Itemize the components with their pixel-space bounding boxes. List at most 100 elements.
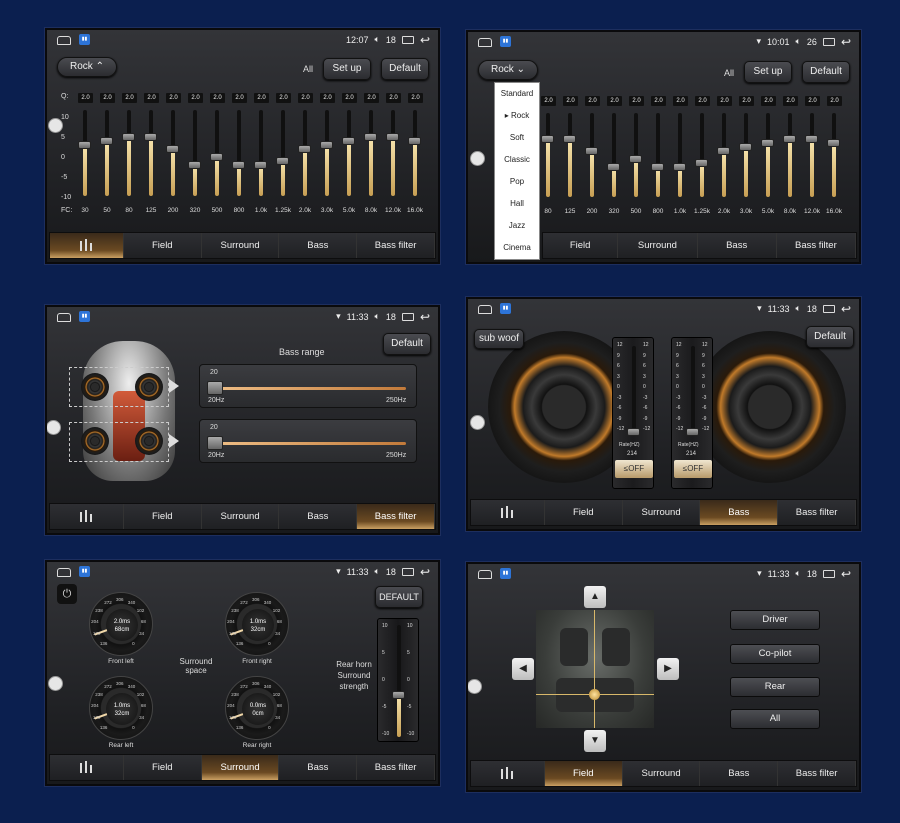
slider-track[interactable]: [210, 442, 406, 445]
home-icon[interactable]: [478, 38, 492, 47]
q-value[interactable]: 2.0: [276, 93, 291, 103]
tab-bass-enhancement[interactable]: Bass Enhancement: [700, 500, 779, 525]
off-toggle[interactable]: ≤OFF: [674, 460, 712, 478]
q-value[interactable]: 2.0: [254, 93, 269, 103]
band-thumb[interactable]: [563, 135, 576, 143]
band-thumb[interactable]: [607, 163, 620, 171]
power-icon[interactable]: ⏻: [57, 584, 77, 604]
handle-knob[interactable]: [48, 676, 63, 691]
default-button[interactable]: Default: [383, 333, 431, 355]
q-value[interactable]: 2.0: [563, 96, 578, 106]
handle-knob[interactable]: [468, 679, 482, 694]
band-thumb[interactable]: [827, 139, 840, 147]
cabin-view[interactable]: [536, 610, 654, 728]
focus-point[interactable]: [589, 689, 600, 700]
band-thumb[interactable]: [739, 143, 752, 151]
option-hall[interactable]: Hall: [495, 193, 539, 215]
tab-field[interactable]: Field: [123, 233, 202, 258]
tab-eq[interactable]: [471, 761, 545, 786]
tab-field[interactable]: Field: [544, 500, 623, 525]
default-button[interactable]: DEFAULT: [375, 586, 423, 608]
q-value[interactable]: 2.0: [210, 93, 225, 103]
q-value[interactable]: 2.0: [827, 96, 842, 106]
q-value[interactable]: 2.0: [739, 96, 754, 106]
band-thumb[interactable]: [232, 161, 245, 169]
q-value[interactable]: 2.0: [298, 93, 313, 103]
preset-select[interactable]: Rock ⌄: [478, 60, 538, 80]
app-icon[interactable]: ▮▮: [79, 311, 90, 322]
setup-button[interactable]: Set up: [323, 58, 371, 80]
q-value[interactable]: 2.0: [607, 96, 622, 106]
arrow-left-button[interactable]: ◀: [512, 658, 534, 680]
app-icon[interactable]: ▮▮: [79, 34, 90, 45]
band-thumb[interactable]: [717, 147, 730, 155]
home-icon[interactable]: [57, 568, 71, 577]
band-thumb[interactable]: [585, 147, 598, 155]
default-button[interactable]: Default: [806, 326, 854, 348]
tab-bass-filter[interactable]: Bass filter: [778, 500, 856, 525]
q-value[interactable]: 2.0: [386, 93, 401, 103]
subwoof-button[interactable]: sub woof: [474, 329, 524, 349]
tab-surround[interactable]: Surround: [622, 500, 701, 525]
slider-thumb[interactable]: [207, 436, 223, 450]
band-thumb[interactable]: [651, 163, 664, 171]
q-value[interactable]: 2.0: [188, 93, 203, 103]
tab-surround[interactable]: Surround: [201, 755, 280, 780]
tab-eq[interactable]: [50, 755, 124, 780]
delay-dial[interactable]: 0.0ms 0cm 136 170 204 238 272 306 340 102 68 34 0: [225, 676, 289, 740]
app-icon[interactable]: ▮▮: [79, 566, 90, 577]
option-rock[interactable]: ▸ Rock: [495, 105, 539, 127]
preset-select[interactable]: Rock ⌃: [57, 57, 117, 77]
recent-apps-icon[interactable]: [401, 35, 414, 44]
q-value[interactable]: 2.0: [761, 96, 776, 106]
q-value[interactable]: 2.0: [585, 96, 600, 106]
q-value[interactable]: 2.0: [783, 96, 798, 106]
home-icon[interactable]: [478, 570, 492, 579]
tab-bass-filter[interactable]: Bass filter: [778, 761, 856, 786]
strength-thumb[interactable]: [392, 691, 405, 699]
band-thumb[interactable]: [761, 139, 774, 147]
option-classic[interactable]: Classic: [495, 149, 539, 171]
option-pop[interactable]: Pop: [495, 171, 539, 193]
q-value[interactable]: 2.0: [408, 93, 423, 103]
q-value[interactable]: 2.0: [717, 96, 732, 106]
q-value[interactable]: 2.0: [364, 93, 379, 103]
tab-field[interactable]: Field: [544, 761, 623, 786]
tab-surround[interactable]: Surround: [201, 233, 280, 258]
q-value[interactable]: 2.0: [805, 96, 820, 106]
recent-apps-icon[interactable]: [401, 567, 414, 576]
level-track[interactable]: [691, 346, 695, 432]
tab-field[interactable]: Field: [543, 233, 619, 258]
arrow-right-button[interactable]: ▶: [657, 658, 679, 680]
tab-field[interactable]: Field: [123, 504, 202, 529]
q-value[interactable]: 2.0: [144, 93, 159, 103]
band-thumb[interactable]: [298, 145, 311, 153]
handle-knob[interactable]: [48, 118, 63, 133]
setup-button[interactable]: Set up: [744, 61, 792, 83]
q-value[interactable]: 2.0: [100, 93, 115, 103]
delay-dial[interactable]: 2.0ms 68cm 136 170 204 238 272 306 340 102 68 34 0: [89, 592, 153, 656]
level-track[interactable]: [632, 346, 636, 432]
tab-bass-filter[interactable]: Bass filter: [776, 233, 857, 258]
band-thumb[interactable]: [210, 153, 223, 161]
band-thumb[interactable]: [408, 137, 421, 145]
band-thumb[interactable]: [695, 159, 708, 167]
band-thumb[interactable]: [166, 145, 179, 153]
handle-knob[interactable]: [470, 415, 485, 430]
arrow-down-button[interactable]: ▼: [584, 730, 606, 752]
tab-bass-filter[interactable]: Bass filter: [357, 755, 435, 780]
delay-dial[interactable]: 1.0ms 32cm 136 170 204 238 272 306 340 102 68 34 0: [225, 592, 289, 656]
slider-track[interactable]: [210, 387, 406, 390]
handle-knob[interactable]: [470, 151, 485, 166]
band-thumb[interactable]: [144, 133, 157, 141]
app-icon[interactable]: ▮▮: [500, 36, 511, 47]
back-icon[interactable]: ↩: [841, 36, 851, 48]
recent-apps-icon[interactable]: [822, 304, 835, 313]
q-value[interactable]: 2.0: [78, 93, 93, 103]
slider-thumb[interactable]: [207, 381, 223, 395]
recent-apps-icon[interactable]: [822, 37, 835, 46]
app-icon[interactable]: ▮▮: [500, 568, 511, 579]
tab-surround[interactable]: Surround: [622, 761, 701, 786]
default-button[interactable]: Default: [381, 58, 429, 80]
band-thumb[interactable]: [342, 137, 355, 145]
